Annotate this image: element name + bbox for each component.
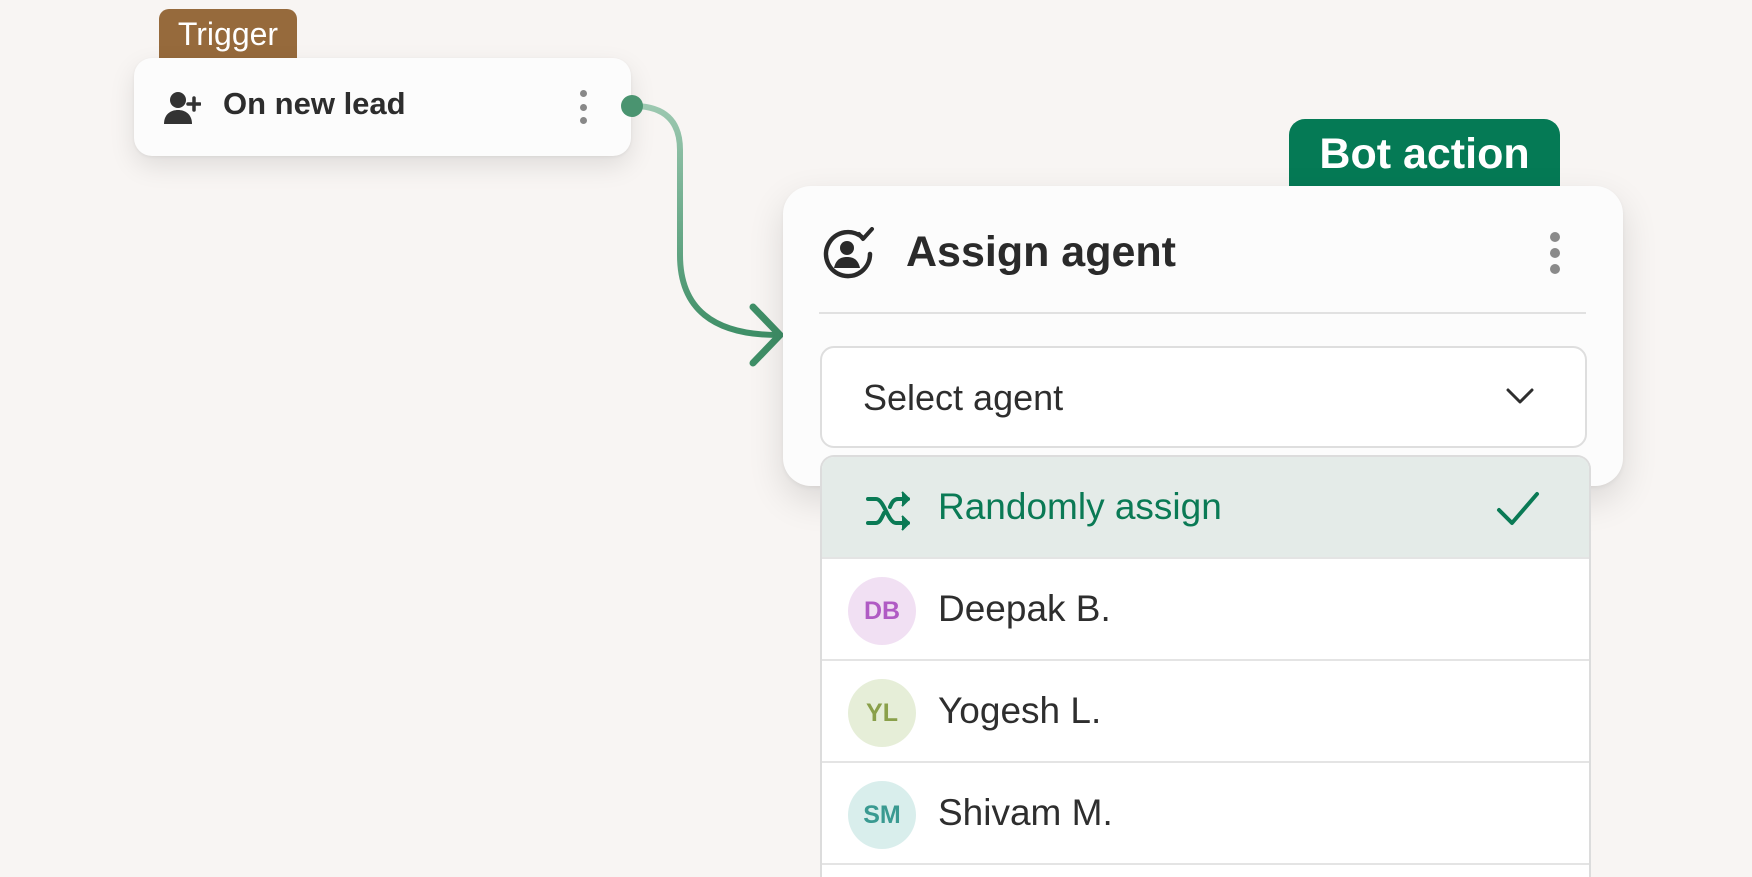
option-agent[interactable]: YL Yogesh L. (822, 661, 1589, 763)
trigger-title: On new lead (223, 86, 406, 121)
select-placeholder: Select agent (863, 377, 1064, 418)
shuffle-icon (866, 491, 910, 531)
trigger-node[interactable]: On new lead (134, 58, 631, 156)
node-title: Assign agent (906, 228, 1176, 276)
assign-agent-node[interactable]: Assign agent Select agent (783, 186, 1623, 486)
avatar: SM (848, 781, 916, 849)
user-check-circle-icon (823, 227, 874, 279)
option-label: Yogesh L. (938, 690, 1102, 731)
node-more-icon[interactable] (1547, 232, 1563, 274)
option-label: Deepak B. (938, 588, 1111, 629)
option-randomly-assign[interactable]: Randomly assign (822, 457, 1589, 559)
option-label: Randomly assign (938, 486, 1222, 527)
option-label: Shivam M. (938, 792, 1113, 833)
trigger-more-icon[interactable] (576, 90, 590, 124)
check-icon (1497, 492, 1539, 525)
option-agent[interactable]: DB Deepak B. (822, 559, 1589, 661)
avatar: DB (848, 577, 916, 645)
chevron-down-icon (1506, 388, 1534, 404)
avatar: YL (848, 679, 916, 747)
bot-action-tag: Bot action (1289, 119, 1560, 189)
option-agent[interactable]: SM Shivam M. (822, 763, 1589, 865)
trigger-tag: Trigger (159, 9, 297, 59)
agent-select[interactable]: Select agent (820, 346, 1587, 448)
user-plus-icon (164, 92, 201, 124)
divider (819, 312, 1586, 314)
agent-dropdown: Randomly assign DB Deepak B. YL Yogesh L… (820, 455, 1591, 877)
